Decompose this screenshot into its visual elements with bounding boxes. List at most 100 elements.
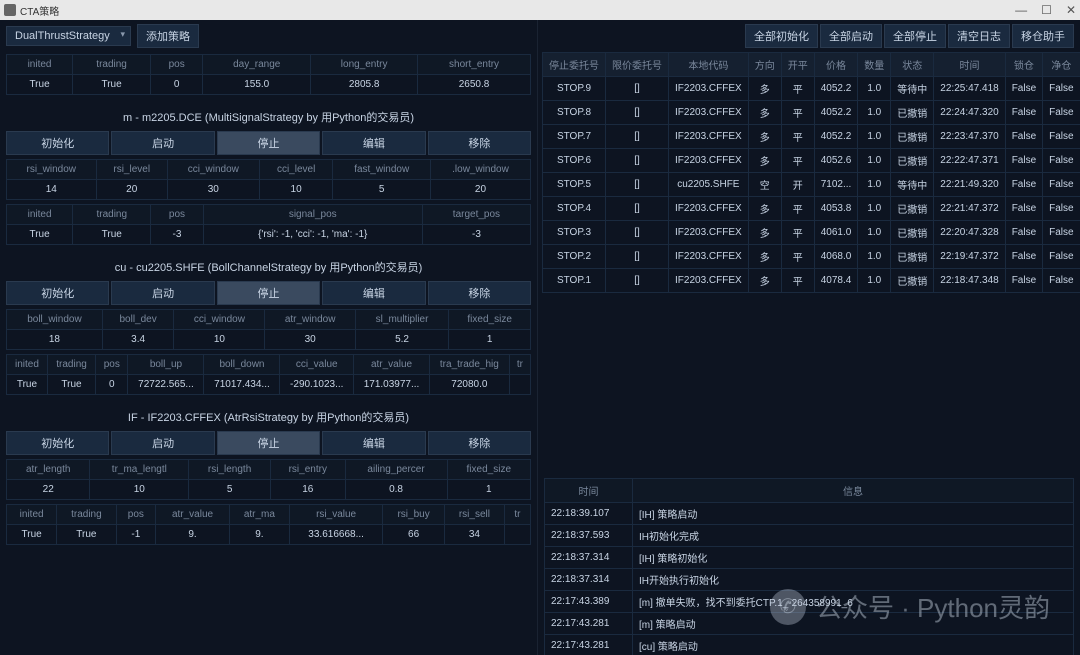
order-row[interactable]: STOP.6[]IF2203.CFFEX多平4052.61.0已撤销22:22:…: [543, 149, 1080, 173]
order-row[interactable]: STOP.5[]cu2205.SHFE空开7102...1.0等待中22:21:…: [543, 173, 1080, 197]
table-row: TrueTrue-3{'rsi': -1, 'cci': -1, 'ma': -…: [7, 225, 531, 245]
col-header: pos: [151, 205, 203, 225]
strategy-title: cu - cu2205.SHFE (BollChannelStrategy by…: [6, 255, 531, 281]
strategy-初始化-button[interactable]: 初始化: [6, 131, 109, 155]
col-header: tr_ma_lengtl: [90, 460, 189, 480]
col-header: atr_ma: [229, 505, 289, 525]
table-row: TrueTrue-19.9.33.616668...6634: [7, 525, 531, 545]
col-header: tr: [504, 505, 530, 525]
col-header: rsi_value: [289, 505, 382, 525]
action-全部启动[interactable]: 全部启动: [820, 24, 882, 48]
order-header: 净仓: [1043, 53, 1080, 77]
col-header: atr_value: [354, 355, 430, 375]
strategy-params-table: atr_lengthtr_ma_lengtlrsi_lengthrsi_entr…: [6, 459, 531, 500]
col-header: day_range: [203, 55, 311, 75]
log-row: 22:18:37.593IH初始化完成: [545, 525, 1074, 547]
col-header: boll_down: [204, 355, 280, 375]
strategy-停止-button[interactable]: 停止: [217, 281, 320, 305]
col-header: target_pos: [422, 205, 530, 225]
col-header: inited: [7, 355, 48, 375]
col-header: rsi_level: [96, 160, 167, 180]
order-header: 时间: [934, 53, 1005, 77]
table-row: 14203010520: [7, 180, 531, 200]
table-row: 183.410305.21: [7, 330, 531, 350]
strategy-移除-button[interactable]: 移除: [428, 131, 531, 155]
col-header: tr: [509, 355, 530, 375]
col-header: atr_length: [7, 460, 90, 480]
order-header: 限价委托号: [606, 53, 669, 77]
table-row: TrueTrue072722.565...71017.434...-290.10…: [7, 375, 531, 395]
order-row[interactable]: STOP.8[]IF2203.CFFEX多平4052.21.0已撤销22:24:…: [543, 101, 1080, 125]
col-header: trading: [57, 505, 116, 525]
order-header: 停止委托号: [543, 53, 606, 77]
col-header: fast_window: [333, 160, 431, 180]
window-titlebar: CTA策略 — ☐ ✕: [0, 0, 1080, 20]
strategy-编辑-button[interactable]: 编辑: [322, 431, 425, 455]
strategy-title: m - m2205.DCE (MultiSignalStrategy by 用P…: [6, 105, 531, 131]
col-header: inited: [7, 505, 57, 525]
col-header: ailing_percer: [345, 460, 447, 480]
strategy-移除-button[interactable]: 移除: [428, 281, 531, 305]
col-header: pos: [96, 355, 128, 375]
close-icon[interactable]: ✕: [1066, 3, 1076, 17]
action-清空日志[interactable]: 清空日志: [948, 24, 1010, 48]
strategy-编辑-button[interactable]: 编辑: [322, 131, 425, 155]
order-header: 方向: [748, 53, 781, 77]
strategy-停止-button[interactable]: 停止: [217, 431, 320, 455]
action-移仓助手[interactable]: 移仓助手: [1012, 24, 1074, 48]
strategy-编辑-button[interactable]: 编辑: [322, 281, 425, 305]
strategy-初始化-button[interactable]: 初始化: [6, 281, 109, 305]
app-icon: [4, 4, 16, 16]
order-row[interactable]: STOP.7[]IF2203.CFFEX多平4052.21.0已撤销22:23:…: [543, 125, 1080, 149]
col-header: atr_window: [265, 310, 355, 330]
strategy-title: IF - IF2203.CFFEX (AtrRsiStrategy by 用Py…: [6, 405, 531, 431]
col-header: rsi_buy: [383, 505, 445, 525]
col-header: boll_up: [128, 355, 204, 375]
log-row: 22:17:43.389[m] 撤单失败，找不到委托CTP.1_-2643589…: [545, 591, 1074, 613]
col-header: atr_value: [156, 505, 230, 525]
col-header: pos: [151, 55, 203, 75]
col-header: boll_window: [7, 310, 103, 330]
log-header: 信息: [633, 479, 1074, 503]
strategy-params-table: initedtradingposatr_valueatr_marsi_value…: [6, 504, 531, 545]
col-header: sl_multiplier: [355, 310, 448, 330]
col-header: inited: [7, 205, 73, 225]
maximize-icon[interactable]: ☐: [1041, 3, 1052, 17]
col-header: fixed_size: [447, 460, 530, 480]
action-全部停止[interactable]: 全部停止: [884, 24, 946, 48]
add-strategy-button[interactable]: 添加策略: [137, 24, 199, 48]
strategy-params-table: initedtradingposday_rangelong_entryshort…: [6, 54, 531, 95]
strategy-params-table: initedtradingpossignal_postarget_posTrue…: [6, 204, 531, 245]
col-header: fixed_size: [449, 310, 531, 330]
action-全部初始化[interactable]: 全部初始化: [745, 24, 818, 48]
strategy-初始化-button[interactable]: 初始化: [6, 431, 109, 455]
table-row: 22105160.81: [7, 480, 531, 500]
col-header: cci_window: [174, 310, 265, 330]
strategy-params-table: rsi_windowrsi_levelcci_windowcci_levelfa…: [6, 159, 531, 200]
order-row[interactable]: STOP.9[]IF2203.CFFEX多平4052.21.0等待中22:25:…: [543, 77, 1080, 101]
col-header: pos: [116, 505, 156, 525]
order-row[interactable]: STOP.2[]IF2203.CFFEX多平4068.01.0已撤销22:19:…: [543, 245, 1080, 269]
strategy-select[interactable]: DualThrustStrategy: [6, 26, 131, 46]
col-header: cci_window: [167, 160, 259, 180]
col-header: rsi_window: [7, 160, 97, 180]
order-header: 状态: [891, 53, 934, 77]
log-row: 22:18:37.314IH开始执行初始化: [545, 569, 1074, 591]
strategy-启动-button[interactable]: 启动: [111, 131, 214, 155]
strategy-移除-button[interactable]: 移除: [428, 431, 531, 455]
log-row: 22:18:37.314[IH] 策略初始化: [545, 547, 1074, 569]
strategy-停止-button[interactable]: 停止: [217, 131, 320, 155]
minimize-icon[interactable]: —: [1015, 3, 1027, 17]
log-row: 22:18:39.107[IH] 策略启动: [545, 503, 1074, 525]
order-row[interactable]: STOP.4[]IF2203.CFFEX多平4053.81.0已撤销22:21:…: [543, 197, 1080, 221]
window-title: CTA策略: [20, 3, 59, 18]
strategy-启动-button[interactable]: 启动: [111, 431, 214, 455]
col-header: cci_value: [280, 355, 354, 375]
order-row[interactable]: STOP.3[]IF2203.CFFEX多平4061.01.0已撤销22:20:…: [543, 221, 1080, 245]
orders-table: 停止委托号限价委托号本地代码方向开平价格数量状态时间锁仓净仓策略名STOP.9[…: [542, 52, 1080, 293]
strategy-params-table: initedtradingposboll_upboll_downcci_valu…: [6, 354, 531, 395]
order-row[interactable]: STOP.1[]IF2203.CFFEX多平4078.41.0已撤销22:18:…: [543, 269, 1080, 293]
log-row: 22:17:43.281[cu] 策略启动: [545, 635, 1074, 655]
col-header: trading: [73, 205, 151, 225]
strategy-启动-button[interactable]: 启动: [111, 281, 214, 305]
